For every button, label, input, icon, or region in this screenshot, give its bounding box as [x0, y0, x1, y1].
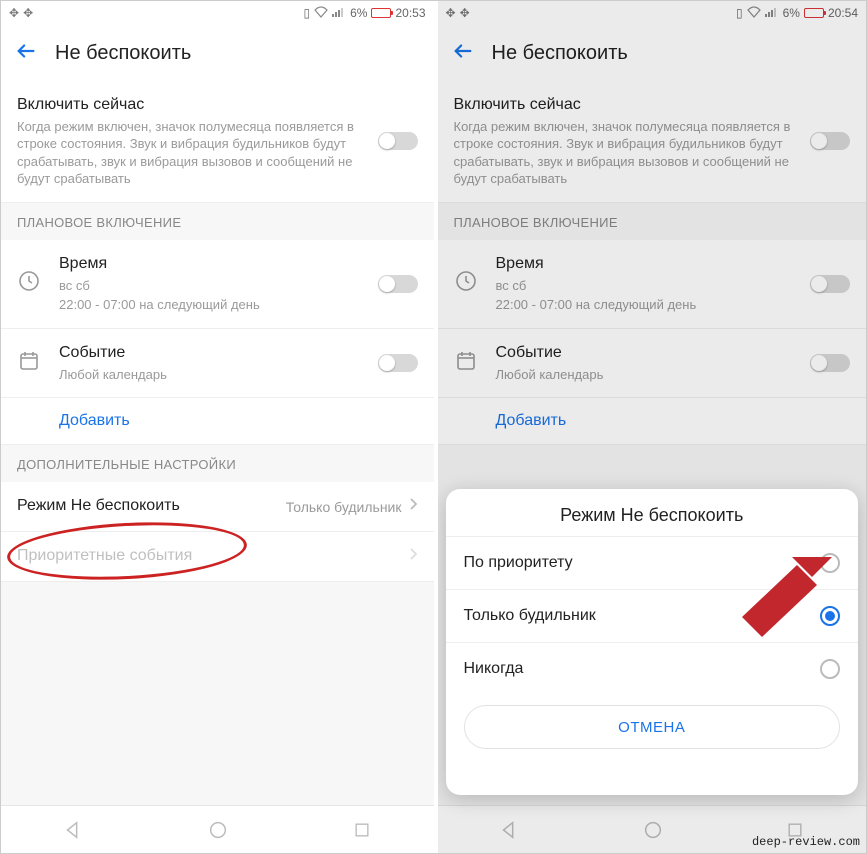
- nav-back-icon[interactable]: [62, 819, 84, 841]
- dialog-option-label: Никогда: [464, 660, 524, 678]
- battery-icon: [371, 8, 391, 18]
- header: Не беспокоить: [1, 25, 434, 81]
- chevron-right-icon: [408, 497, 418, 516]
- wifi-icon: [314, 6, 328, 21]
- dialog-option-priority[interactable]: По приоритету: [446, 536, 859, 589]
- add-link[interactable]: Добавить: [59, 412, 130, 429]
- event-row-sub: Любой календарь: [59, 366, 368, 384]
- vibrate-icon: ▯: [304, 6, 311, 20]
- nav-bar: [1, 805, 434, 853]
- clock-icon: [17, 269, 45, 298]
- time-toggle[interactable]: [378, 275, 418, 293]
- enable-now-toggle[interactable]: [378, 132, 418, 150]
- page-title: Не беспокоить: [55, 42, 191, 65]
- priority-events-title: Приоритетные события: [17, 546, 408, 567]
- dialog-title: Режим Не беспокоить: [446, 505, 859, 536]
- priority-events-row: Приоритетные события: [1, 531, 434, 581]
- app2-icon: ✥: [23, 6, 33, 20]
- clock: 20:53: [395, 6, 425, 20]
- dialog-option-never[interactable]: Никогда: [446, 642, 859, 695]
- signal-icon: [332, 6, 346, 20]
- enable-now-row[interactable]: Включить сейчас Когда режим включен, зна…: [1, 81, 434, 202]
- event-row-title: Событие: [59, 343, 368, 364]
- dialog-option-alarm-only[interactable]: Только будильник: [446, 589, 859, 642]
- status-left-icons: ✥ ✥: [9, 6, 33, 20]
- radio-unselected-icon[interactable]: [820, 659, 840, 679]
- enable-now-desc: Когда режим включен, значок полумесяца п…: [17, 118, 368, 188]
- status-bar: ✥ ✥ ▯ 6% 20:53: [1, 1, 434, 25]
- phone-right: ✥ ✥ ▯ 6% 20:54 Не беспокоить Включить се…: [434, 1, 867, 853]
- dialog-option-label: Только будильник: [464, 607, 596, 625]
- dialog-option-label: По приоритету: [464, 554, 573, 572]
- app1-icon: ✥: [9, 6, 19, 20]
- back-arrow-icon[interactable]: [15, 40, 37, 67]
- nav-recent-icon[interactable]: [352, 820, 372, 840]
- dnd-mode-dialog: Режим Не беспокоить По приоритету Только…: [446, 489, 859, 795]
- nav-home-icon[interactable]: [207, 819, 229, 841]
- radio-selected-icon[interactable]: [820, 606, 840, 626]
- time-row[interactable]: Время вс сб 22:00 - 07:00 на следующий д…: [1, 240, 434, 328]
- mode-row[interactable]: Режим Не беспокоить Только будильник: [1, 482, 434, 531]
- chevron-right-icon: [408, 547, 418, 566]
- enable-now-title: Включить сейчас: [17, 95, 368, 116]
- mode-row-title: Режим Не беспокоить: [17, 496, 286, 517]
- event-toggle[interactable]: [378, 354, 418, 372]
- calendar-icon: [17, 349, 45, 378]
- scheduled-section-header: ПЛАНОВОЕ ВКЛЮЧЕНИЕ: [1, 203, 434, 240]
- event-row[interactable]: Событие Любой календарь: [1, 328, 434, 397]
- extra-section-header: ДОПОЛНИТЕЛЬНЫЕ НАСТРОЙКИ: [1, 445, 434, 482]
- add-row[interactable]: Добавить: [1, 397, 434, 444]
- time-row-sub1: вс сб: [59, 277, 368, 295]
- phone-left: ✥ ✥ ▯ 6% 20:53 Не беспокоить Включить се…: [1, 1, 434, 853]
- mode-row-value: Только будильник: [286, 499, 402, 515]
- radio-unselected-icon[interactable]: [820, 553, 840, 573]
- watermark: deep-review.com: [752, 835, 860, 849]
- cancel-button[interactable]: ОТМЕНА: [464, 705, 841, 749]
- time-row-sub2: 22:00 - 07:00 на следующий день: [59, 296, 368, 314]
- time-row-title: Время: [59, 254, 368, 275]
- battery-pct: 6%: [350, 6, 367, 20]
